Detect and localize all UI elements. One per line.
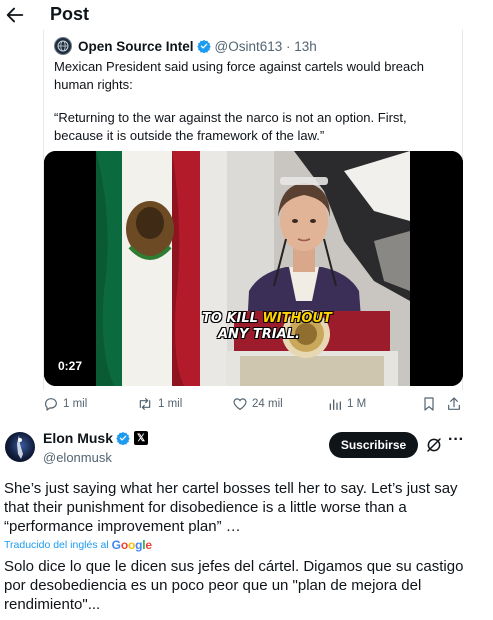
repost-count: 1 mil bbox=[158, 398, 183, 410]
reply-button[interactable]: 1 mil bbox=[43, 396, 87, 412]
page-title: Post bbox=[50, 4, 90, 24]
globe-icon bbox=[57, 40, 69, 52]
post-text: She’s just saying what her cartel bosses… bbox=[4, 480, 458, 535]
author-handle[interactable]: @elonmusk bbox=[43, 450, 112, 465]
quoted-author-avatar[interactable] bbox=[54, 37, 72, 55]
author-name-row: Elon Musk 𝕏 bbox=[43, 430, 149, 446]
translated-label: Traducido del inglés al bbox=[4, 539, 109, 551]
views-icon bbox=[329, 399, 341, 410]
caption-line-2: ANY TRIAL. bbox=[218, 327, 300, 342]
top-bar: Post bbox=[0, 0, 493, 30]
quoted-post-header: Open Source Intel @Osint613 · 13h bbox=[54, 36, 317, 56]
action-bar: 1 mil 1 mil 24 mil 1 M bbox=[0, 396, 493, 416]
verified-icon bbox=[196, 39, 211, 53]
video-player[interactable]: TO KILL WITHOUT ANY TRIAL. 0:27 bbox=[44, 151, 463, 386]
caption-white: TO KILL bbox=[202, 311, 263, 326]
like-button[interactable]: 24 mil bbox=[232, 396, 283, 412]
more-icon[interactable]: ··· bbox=[447, 432, 465, 452]
like-count: 24 mil bbox=[252, 398, 283, 410]
translation-attribution[interactable]: Traducido del inglés al Google bbox=[4, 538, 152, 552]
repost-icon bbox=[139, 398, 151, 410]
bookmark-button[interactable] bbox=[421, 396, 441, 412]
x-logo-icon: 𝕏 bbox=[134, 431, 149, 445]
reply-count: 1 mil bbox=[63, 398, 88, 410]
author-name[interactable]: Elon Musk bbox=[43, 430, 113, 446]
quoted-post[interactable]: Open Source Intel @Osint613 · 13h Mexica… bbox=[43, 30, 463, 390]
avatar[interactable] bbox=[5, 432, 35, 462]
translated-text: Solo dice lo que le dicen sus jefes del … bbox=[4, 558, 464, 613]
quoted-text-paragraph-2: “Returning to the war against the narco … bbox=[54, 110, 407, 143]
share-button[interactable] bbox=[446, 396, 466, 412]
avatar-image bbox=[17, 435, 23, 459]
back-arrow-icon[interactable] bbox=[4, 4, 26, 26]
verified-icon bbox=[116, 431, 130, 445]
post-author-row: Elon Musk 𝕏 @elonmusk Suscribirse ··· bbox=[0, 424, 493, 470]
subscribe-button[interactable]: Suscribirse bbox=[329, 432, 418, 458]
video-frame bbox=[44, 151, 463, 386]
quoted-author-name[interactable]: Open Source Intel bbox=[78, 39, 194, 54]
google-logo: Google bbox=[111, 538, 152, 552]
caption-yellow: WITHOUT bbox=[262, 311, 332, 326]
grok-icon[interactable] bbox=[425, 436, 443, 454]
video-caption: TO KILL WITHOUT ANY TRIAL. bbox=[202, 311, 332, 343]
views-count: 1 M bbox=[347, 398, 367, 410]
reply-icon bbox=[45, 398, 57, 411]
views-button[interactable]: 1 M bbox=[327, 396, 366, 412]
quoted-author-handle[interactable]: @Osint613 · 13h bbox=[215, 39, 317, 54]
bookmark-icon bbox=[424, 397, 434, 411]
quoted-text-paragraph-1: Mexican President said using force again… bbox=[54, 59, 424, 92]
repost-button[interactable]: 1 mil bbox=[136, 396, 182, 412]
video-duration: 0:27 bbox=[58, 359, 83, 373]
share-icon bbox=[448, 397, 460, 410]
quoted-post-text: Mexican President said using force again… bbox=[54, 58, 456, 160]
like-icon bbox=[233, 398, 247, 410]
